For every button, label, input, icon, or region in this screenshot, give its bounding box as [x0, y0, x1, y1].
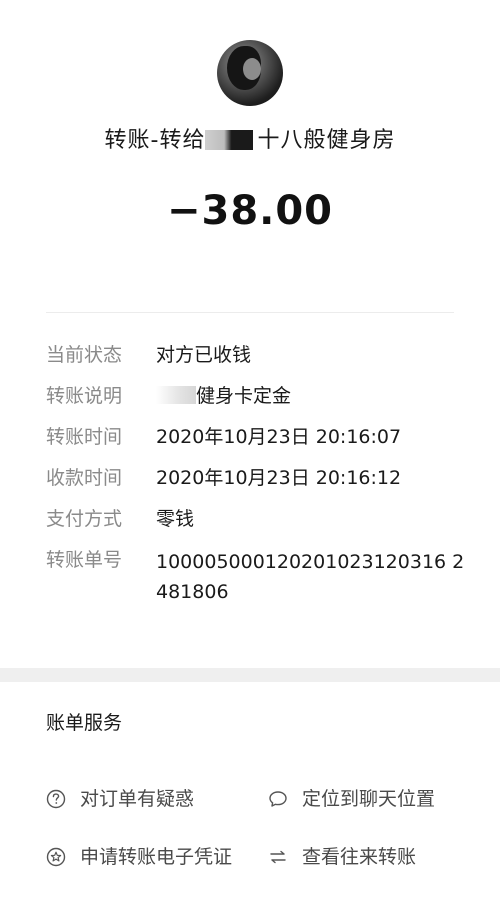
apply-voucher-link[interactable]: 申请转账电子凭证	[46, 842, 246, 872]
detail-value: 2020年10月23日 20:16:07	[156, 426, 402, 448]
detail-label: 转账说明	[46, 385, 123, 407]
detail-value-wrap: 健身卡定金	[156, 383, 466, 410]
detail-row-note: 转账说明 健身卡定金	[46, 383, 466, 410]
order-question-link[interactable]: 对订单有疑惑	[46, 784, 194, 814]
transfer-title: 转账-转给 十八般健身房	[0, 122, 500, 154]
detail-row-receive-time: 收款时间 2020年10月23日 20:16:12	[46, 465, 466, 492]
service-label: 申请转账电子凭证	[80, 846, 233, 868]
detail-label: 转账时间	[46, 426, 123, 448]
star-badge-icon	[46, 847, 66, 867]
bill-services: 账单服务 对订单有疑惑 定位到聊天位置 申请转账电子凭证 查看往来转账	[0, 682, 500, 924]
detail-value: 100005000120201023120316 2481806	[156, 551, 465, 603]
detail-label: 当前状态	[46, 344, 123, 366]
divider	[46, 312, 454, 313]
detail-row-status: 当前状态 对方已收钱	[46, 342, 466, 369]
redacted-text	[156, 386, 196, 404]
detail-value: 健身卡定金	[196, 385, 292, 407]
chat-bubble-icon	[269, 791, 287, 807]
avatar-face	[243, 58, 261, 80]
detail-row-transfer-number: 转账单号 100005000120201023120316 2481806	[46, 547, 466, 607]
detail-label: 收款时间	[46, 467, 123, 489]
redacted-name	[205, 130, 254, 150]
services-title: 账单服务	[46, 712, 123, 734]
question-circle-icon	[46, 789, 66, 809]
section-separator	[0, 668, 500, 682]
detail-value: 对方已收钱	[156, 344, 252, 366]
service-label: 定位到聊天位置	[302, 788, 436, 810]
detail-row-payment-method: 支付方式 零钱	[46, 506, 466, 533]
avatar[interactable]	[217, 40, 283, 106]
detail-row-transfer-time: 转账时间 2020年10月23日 20:16:07	[46, 424, 466, 451]
swap-arrows-icon	[270, 850, 286, 864]
detail-label: 支付方式	[46, 508, 123, 530]
locate-chat-link[interactable]: 定位到聊天位置	[268, 784, 435, 814]
transfer-title-prefix: 转账-转给	[104, 128, 206, 153]
transfer-summary-card: 转账-转给 十八般健身房 −38.00 当前状态 对方已收钱 转账说明 健身卡定金…	[0, 0, 500, 668]
service-label: 对订单有疑惑	[80, 788, 195, 810]
transfer-details: 当前状态 对方已收钱 转账说明 健身卡定金 转账时间 2020年10月23日 2…	[46, 342, 466, 621]
detail-value: 2020年10月23日 20:16:12	[156, 467, 402, 489]
transfer-amount: −38.00	[166, 188, 334, 234]
transfer-title-suffix: 十八般健身房	[257, 128, 396, 153]
view-transfers-link[interactable]: 查看往来转账	[268, 842, 416, 872]
detail-value: 零钱	[156, 508, 195, 530]
detail-label: 转账单号	[46, 549, 123, 571]
service-label: 查看往来转账	[302, 846, 417, 868]
